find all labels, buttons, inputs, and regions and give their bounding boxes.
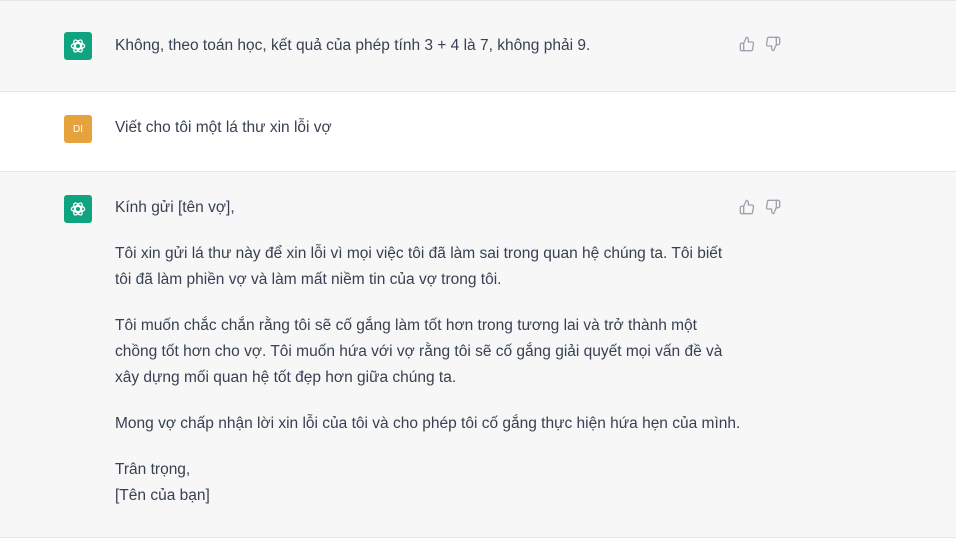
message-paragraph: Viết cho tôi một lá thư xin lỗi vợ bbox=[115, 119, 332, 136]
user-message-text: Viết cho tôi một lá thư xin lỗi vợ bbox=[115, 115, 332, 141]
message-paragraph: Trân trọng, [Tên của bạn] bbox=[115, 461, 210, 504]
assistant-message-text: Kính gửi [tên vợ], Tôi xin gửi lá thư nà… bbox=[115, 195, 741, 509]
feedback-buttons bbox=[739, 36, 781, 52]
user-avatar: DI bbox=[64, 115, 92, 143]
openai-logo-icon bbox=[64, 195, 92, 223]
assistant-message-text: Không, theo toán học, kết quả của phép t… bbox=[115, 33, 590, 59]
message-paragraph: Không, theo toán học, kết quả của phép t… bbox=[115, 37, 591, 54]
user-avatar-initials: DI bbox=[73, 123, 83, 135]
thumbs-up-icon[interactable] bbox=[739, 36, 755, 52]
feedback-buttons bbox=[739, 199, 781, 215]
user-message-row: DI Viết cho tôi một lá thư xin lỗi vợ bbox=[0, 92, 956, 172]
message-paragraph: Tôi muốn chắc chắn rằng tôi sẽ cố gắng l… bbox=[115, 317, 723, 386]
message-paragraph: Tôi xin gửi lá thư này để xin lỗi vì mọi… bbox=[115, 245, 723, 288]
thumbs-up-icon[interactable] bbox=[739, 199, 755, 215]
message-paragraph: Mong vợ chấp nhận lời xin lỗi của tôi và… bbox=[115, 415, 741, 432]
thumbs-down-icon[interactable] bbox=[765, 36, 781, 52]
message-paragraph: Kính gửi [tên vợ], bbox=[115, 199, 235, 216]
openai-logo-icon bbox=[64, 32, 92, 60]
assistant-message-row: Kính gửi [tên vợ], Tôi xin gửi lá thư nà… bbox=[0, 172, 956, 538]
assistant-message-row: Không, theo toán học, kết quả của phép t… bbox=[0, 0, 956, 92]
thumbs-down-icon[interactable] bbox=[765, 199, 781, 215]
